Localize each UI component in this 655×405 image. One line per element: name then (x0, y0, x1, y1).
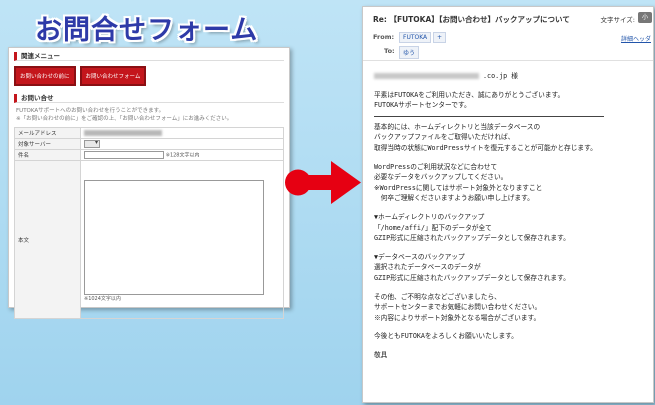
server-label: 対象サーバー (14, 138, 81, 150)
subject-label: 件名 (14, 149, 81, 161)
body-line: WordPressのご利用状況などに合わせて (374, 162, 498, 171)
body-line: 何卒ご理解くださいますようお願い申し上げます。 (374, 194, 534, 203)
recipient-redacted (374, 73, 479, 79)
body-line: ▼データベースのバックアップ (374, 252, 465, 261)
from-label: From: (373, 33, 395, 41)
email-reply-panel: Re: 【FUTOKA】【お問い合わせ】バックアップについて 文字サイズ: 小 … (362, 6, 654, 403)
email-field[interactable] (84, 129, 162, 136)
body-line: バックアップファイルをご取得いただければ、 (374, 133, 515, 142)
body-line: FUTOKAサポートセンターです。 (374, 101, 471, 110)
mail-body: .co.jp 様 平素はFUTOKAをご利用いただき、誠にありがとうございます。… (374, 71, 649, 360)
from-sender-chip[interactable]: FUTOKA (399, 32, 432, 43)
body-line: 必要なデータをバックアップしてください。 (374, 173, 508, 182)
font-size-button[interactable]: 小 (638, 12, 652, 23)
separator-line (374, 115, 604, 117)
body-line: GZIP形式に圧縮されたバックアップデータとして保存されます。 (374, 273, 570, 282)
body-line: GZIP形式に圧縮されたバックアップデータとして保存されます。 (374, 234, 570, 243)
mail-header: Re: 【FUTOKA】【お問い合わせ】バックアップについて 文字サイズ: 小 … (363, 7, 653, 61)
mail-subject: Re: 【FUTOKA】【お問い合わせ】バックアップについて (373, 15, 570, 24)
email-label: メールアドレス (14, 127, 81, 139)
inquiry-desc-line-1: FUTOKAサポートへのお問い合わせを行うことができます。 (16, 108, 165, 114)
inquiry-form-panel: 関連メニュー お問い合わせの前に お問い合わせフォーム お問い合せ FUTOKA… (8, 47, 290, 319)
server-select[interactable] (84, 139, 100, 148)
body-line: 平素はFUTOKAをご利用いただき、誠にありがとうございます。 (374, 90, 565, 99)
inquiry-desc-line-2: ※「お問い合わせの前に」をご確認の上、「お問い合わせフォーム」にお進みください。 (16, 116, 233, 122)
add-contact-button[interactable]: + (433, 32, 447, 43)
body-cell: ※1024文字以内 (80, 160, 284, 319)
body-label: 本文 (14, 160, 81, 319)
body-line: その他、ご不明な点などございましたら、 (374, 292, 501, 301)
related-menu-links: お問い合わせの前に お問い合わせフォーム (14, 66, 284, 86)
subject-row: 件名 ※128文字以内 (14, 149, 284, 161)
right-arrow-icon (285, 161, 361, 204)
body-line: 「/home/affi/」配下のデータが全て (374, 223, 492, 232)
recipient-suffix: .co.jp 様 (483, 72, 518, 80)
subject-cell: ※128文字以内 (80, 149, 284, 161)
subject-note: ※128文字以内 (165, 152, 200, 159)
before-inquiry-button[interactable]: お問い合わせの前に (14, 66, 76, 86)
to-recipient-chip[interactable]: ゆう (399, 46, 420, 59)
font-size-label: 文字サイズ: (600, 16, 636, 24)
body-line: 選択されたデータベースのデータが (374, 263, 481, 272)
body-note: ※1024文字以内 (84, 295, 121, 302)
body-line: 敬具 (374, 350, 388, 359)
subject-input[interactable] (84, 151, 164, 159)
body-line: ※内容によりサポート対象外となる場合がございます。 (374, 313, 541, 322)
page-headline: お問合せフォーム (35, 15, 259, 46)
body-row: 本文 ※1024文字以内 (14, 160, 284, 319)
body-textarea[interactable] (84, 179, 264, 295)
related-menu-title: 関連メニュー (14, 52, 284, 61)
body-line: ※WordPressに関してはサポート対象外となりますこと (374, 183, 543, 192)
inquiry-section-title: お問い合せ (14, 94, 284, 103)
inquiry-description: FUTOKAサポートへのお問い合わせを行うことができます。 ※「お問い合わせの前… (16, 107, 284, 123)
body-line: サポートセンターまでお気軽にお問い合わせください。 (374, 303, 542, 312)
details-header-link[interactable]: 詳細ヘッダ (621, 34, 651, 43)
body-line: 取得当時の状態にWordPressサイトを復元することが可能かと存じます。 (374, 143, 597, 152)
email-cell (80, 127, 284, 139)
server-cell (80, 138, 284, 150)
body-line: 今後ともFUTOKAをよろしくお願いいたします。 (374, 332, 518, 341)
body-line: 基本的には、ホームディレクトリと当該データベースの (374, 122, 541, 131)
body-line: ▼ホームディレクトリのバックアップ (374, 212, 485, 221)
recipient-line: .co.jp 様 (374, 71, 649, 82)
inquiry-form-table: メールアドレス 対象サーバー 件名 ※128文字以内 本文 ※1024文字以内 (14, 127, 284, 319)
inquiry-form-button[interactable]: お問い合わせフォーム (79, 66, 147, 86)
to-label: To: (384, 47, 395, 55)
email-row: メールアドレス (14, 127, 284, 139)
server-row: 対象サーバー (14, 138, 284, 150)
